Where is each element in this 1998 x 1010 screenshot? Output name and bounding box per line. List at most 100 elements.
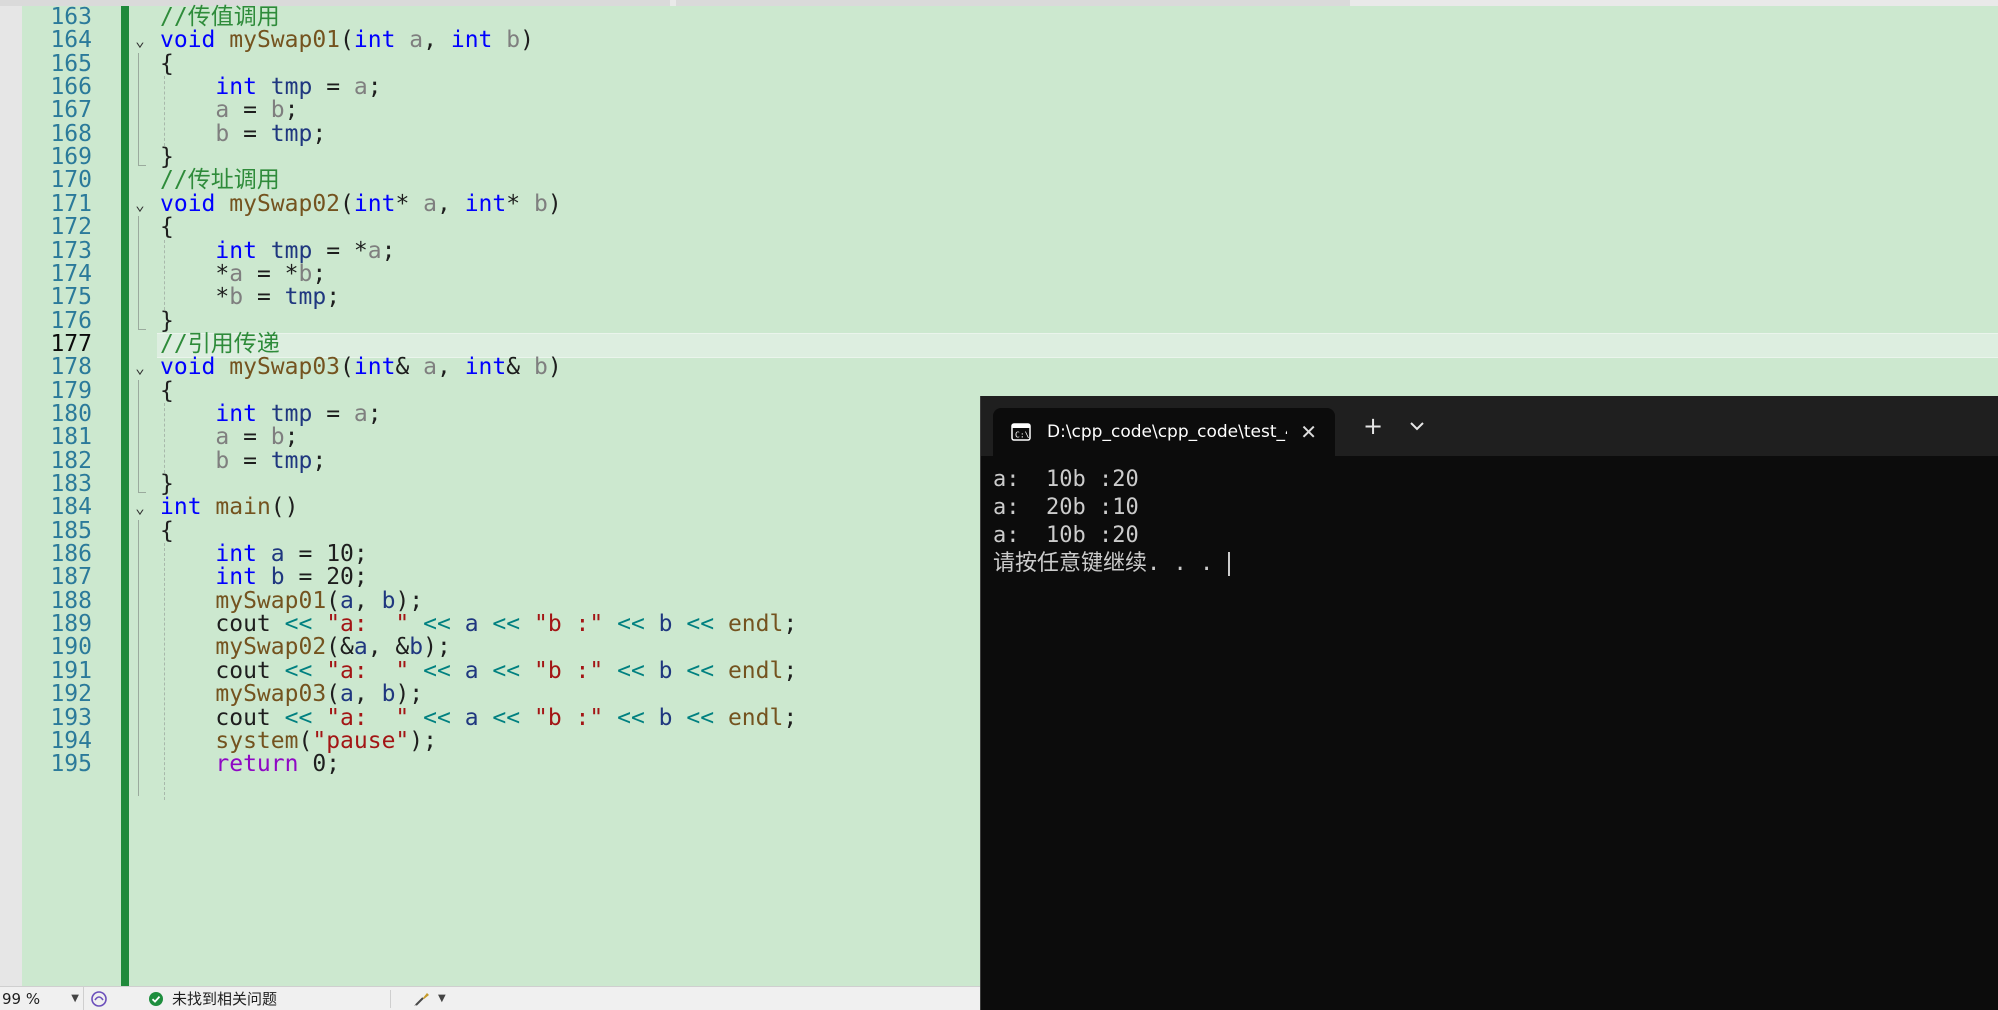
terminal-tab[interactable]: C:\ D:\cpp_code\cpp_code\test_4_ ✕ — [993, 408, 1335, 456]
code-token: << — [492, 611, 521, 638]
code-line[interactable]: 178 ⌄ void mySwap03(int& a, int& b) — [0, 354, 1998, 381]
code-token: ( — [298, 727, 313, 754]
code-token: int — [160, 494, 202, 521]
close-icon[interactable]: ✕ — [1300, 408, 1317, 456]
collapse-chevron-icon[interactable]: ⌄ — [132, 29, 148, 52]
indent-guide — [164, 543, 165, 800]
collapse-chevron-icon[interactable]: ⌄ — [132, 193, 148, 216]
code-line[interactable]: 176} — [0, 309, 1998, 333]
line-number: 193 — [50, 704, 92, 731]
zoom-dropdown[interactable]: 99 % ▼ — [0, 987, 84, 1010]
code-token: ( — [340, 27, 354, 54]
line-number: 194 — [50, 727, 92, 754]
code-token: b — [298, 260, 313, 287]
code-text: *b = tmp; — [160, 286, 340, 309]
code-line[interactable]: 165 { — [0, 52, 1998, 76]
code-token: ( — [326, 681, 341, 708]
terminal-window[interactable]: C:\ D:\cpp_code\cpp_code\test_4_ ✕ + a: … — [980, 396, 1998, 1010]
code-line[interactable]: 169} — [0, 145, 1998, 169]
code-text: mySwap02(&a, &b); — [160, 634, 450, 661]
code-token: tmp — [270, 120, 313, 147]
code-token: * — [395, 190, 424, 217]
code-line[interactable]: 164 ⌄ void mySwap01(int a, int b) — [0, 27, 1998, 54]
terminal-output[interactable]: a: 10b :20 a: 20b :10 a: 10b :20 请按任意键继续… — [993, 466, 1983, 578]
code-line[interactable]: 172 { — [0, 215, 1998, 239]
line-number: 188 — [50, 587, 92, 614]
line-number: 195 — [50, 751, 92, 778]
code-line[interactable]: 166 int tmp = a; — [0, 74, 1998, 101]
code-token: ; — [367, 74, 382, 101]
code-token: ; — [312, 120, 327, 147]
code-token: tmp — [270, 237, 313, 264]
code-line[interactable]: 163 //传值调用 — [0, 5, 1998, 29]
line-number: 179 — [50, 377, 92, 404]
code-text: int main() — [160, 496, 299, 519]
code-token: int — [353, 27, 396, 54]
code-line[interactable]: 168 b = tmp; — [0, 120, 1998, 147]
line-number: 164 — [50, 27, 92, 54]
new-tab-button[interactable]: + — [1355, 408, 1391, 444]
code-token: ; — [326, 284, 341, 311]
code-token: & — [506, 354, 534, 381]
code-token: << — [492, 704, 521, 731]
code-line[interactable]: 175 *b = tmp; — [0, 284, 1998, 311]
collapse-chevron-icon[interactable]: ⌄ — [132, 496, 148, 519]
terminal-line: 请按任意键继续. . . — [993, 551, 1227, 576]
chevron-down-icon[interactable] — [1399, 408, 1435, 444]
code-token: , — [437, 190, 465, 217]
code-line[interactable]: 167 a = b; — [0, 99, 1998, 123]
terminal-line: a: 20b :10 — [993, 495, 1139, 520]
code-line[interactable]: 174 *a = *b; — [0, 260, 1998, 287]
code-text: //传值调用 — [160, 5, 280, 29]
fold-guide — [138, 52, 140, 166]
line-number: 175 — [50, 284, 92, 311]
brush-icon[interactable] — [412, 990, 432, 1008]
code-token: = * — [312, 237, 368, 264]
code-token: tmp — [270, 447, 313, 474]
code-token: "b :" — [533, 657, 604, 684]
code-token: = — [243, 284, 285, 311]
code-token: = — [312, 400, 354, 427]
code-text: void mySwap01(int a, int b) — [160, 29, 534, 52]
code-token: //引用传递 — [160, 330, 280, 357]
line-number: 173 — [50, 237, 92, 264]
code-token: a — [215, 424, 230, 451]
code-token: int — [353, 354, 396, 381]
code-text: b = tmp; — [160, 120, 327, 147]
code-line[interactable]: 171 ⌄ void mySwap02(int* a, int* b) — [0, 190, 1998, 217]
line-number: 180 — [50, 400, 92, 427]
code-line[interactable]: 170 //传址调用 — [0, 169, 1998, 193]
code-token: , — [353, 587, 382, 614]
line-number: 186 — [50, 541, 92, 568]
fold-guide — [138, 379, 140, 493]
code-line[interactable]: 177 //引用传递 — [0, 330, 1998, 359]
chevron-down-icon[interactable]: ▼ — [438, 987, 446, 1010]
code-token: { — [160, 377, 174, 404]
copilot-icon[interactable] — [90, 990, 108, 1008]
code-token: = 20; — [284, 564, 368, 591]
code-token: b — [215, 120, 230, 147]
collapse-chevron-icon[interactable]: ⌄ — [132, 356, 148, 379]
code-line[interactable]: 173 int tmp = *a; — [0, 237, 1998, 264]
terminal-tab-title: D:\cpp_code\cpp_code\test_4_ — [1047, 422, 1287, 442]
line-number: 174 — [50, 260, 92, 287]
line-number: 168 — [50, 120, 92, 147]
code-token: ) — [520, 27, 534, 54]
issues-status[interactable]: 未找到相关问题 — [148, 987, 277, 1010]
code-token: tmp — [270, 74, 313, 101]
code-token: , & — [367, 634, 410, 661]
code-token: * — [506, 190, 534, 217]
